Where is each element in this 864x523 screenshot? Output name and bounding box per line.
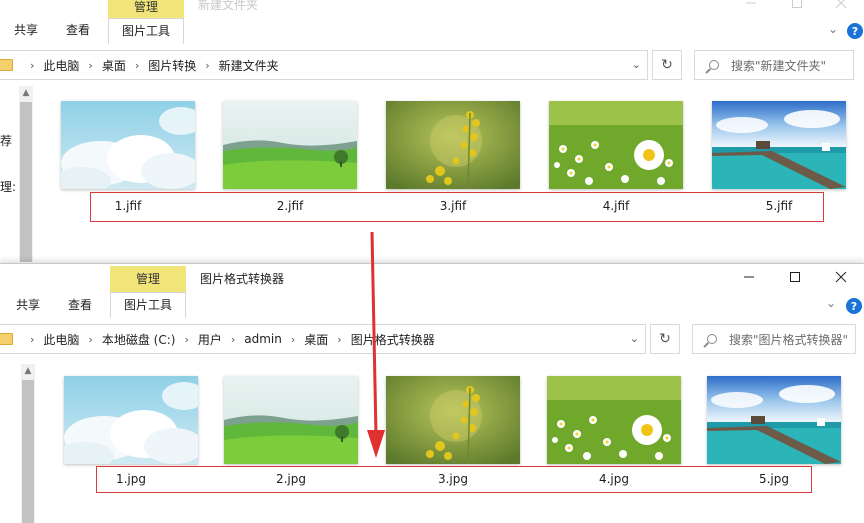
breadcrumb-separator[interactable]: › <box>231 333 235 346</box>
breadcrumb-separator[interactable]: › <box>88 59 92 72</box>
highlight-box <box>90 192 824 222</box>
breadcrumb-separator[interactable]: › <box>184 333 188 346</box>
breadcrumb-separator[interactable]: › <box>135 59 139 72</box>
ribbon-context-header: 管理 <box>110 266 186 292</box>
maximize-icon <box>790 272 800 282</box>
breadcrumb: › 此电脑 › 桌面 › 图片转换 › 新建文件夹 <box>21 57 279 74</box>
address-bar[interactable]: › 此电脑 › 桌面 › 图片转换 › 新建文件夹 ⌄ <box>0 50 648 80</box>
breadcrumb-item[interactable]: 此电脑 <box>43 57 79 74</box>
file-thumbnail[interactable] <box>707 376 841 464</box>
explorer-window-output: 管理 图片工具 共享 查看 图片格式转换器 ⌄ ? › 此电脑 › 本地磁盘 (C:)… <box>0 263 864 523</box>
tab-view[interactable]: 查看 <box>66 22 90 38</box>
maximize-icon <box>792 0 802 8</box>
tab-picture-tools[interactable]: 图片工具 <box>108 18 184 44</box>
tab-view[interactable]: 查看 <box>68 297 92 313</box>
file-thumbnail[interactable] <box>712 101 846 189</box>
chevron-down-icon: ⌄ <box>828 22 839 36</box>
scroll-up-icon[interactable]: ▲ <box>21 364 35 378</box>
breadcrumb-separator[interactable]: › <box>30 333 34 346</box>
file-thumbnail[interactable] <box>547 376 681 464</box>
file-thumbnail[interactable] <box>224 376 358 464</box>
breadcrumb-item[interactable]: 用户 <box>198 331 222 348</box>
search-input[interactable]: 搜索"新建文件夹" <box>731 57 826 74</box>
nav-item-fragment[interactable]: 荐 <box>0 132 12 149</box>
nav-item-fragment[interactable]: 理: <box>0 178 16 195</box>
daisies-image <box>547 376 681 464</box>
scrollbar-thumb[interactable] <box>20 102 32 262</box>
rapeseed-flowers-image <box>386 376 520 464</box>
address-bar[interactable]: › 此电脑 › 本地磁盘 (C:) › 用户 › admin › 桌面 › 图片格式转换器 ⌄ <box>0 324 646 354</box>
breadcrumb-separator[interactable]: › <box>337 333 341 346</box>
file-thumbnail[interactable] <box>549 101 683 189</box>
tab-share[interactable]: 共享 <box>16 297 40 313</box>
ribbon-expand-button[interactable]: ⌄ <box>826 296 836 310</box>
help-icon[interactable]: ? <box>846 298 862 314</box>
refresh-button[interactable]: ↻ <box>650 324 680 354</box>
help-icon[interactable]: ? <box>847 23 863 39</box>
breadcrumb-separator[interactable]: › <box>88 333 92 346</box>
chevron-down-icon[interactable]: ⌄ <box>632 58 641 71</box>
refresh-icon: ↻ <box>659 331 671 347</box>
minimize-icon <box>746 2 756 4</box>
window-title: 图片格式转换器 <box>200 272 285 286</box>
minimize-button[interactable] <box>728 0 774 18</box>
breadcrumb-separator[interactable]: › <box>291 333 295 346</box>
green-field-image <box>224 376 358 464</box>
file-thumbnail[interactable] <box>386 376 520 464</box>
breadcrumb-separator[interactable]: › <box>205 59 209 72</box>
window-title: 新建文件夹 <box>198 0 259 12</box>
file-thumbnail[interactable] <box>64 376 198 464</box>
nav-scrollbar[interactable]: ▲ <box>21 364 35 523</box>
breadcrumb-item[interactable]: 新建文件夹 <box>219 57 279 74</box>
refresh-icon: ↻ <box>661 57 673 73</box>
breadcrumb-item[interactable]: 本地磁盘 (C:) <box>102 331 176 348</box>
breadcrumb: › 此电脑 › 本地磁盘 (C:) › 用户 › admin › 桌面 › 图片格式转换器 <box>21 331 435 348</box>
tab-share[interactable]: 共享 <box>14 22 38 38</box>
sky-clouds-image <box>61 101 195 189</box>
breadcrumb-item[interactable]: 桌面 <box>102 57 126 74</box>
folder-icon <box>0 333 13 345</box>
minimize-button[interactable] <box>726 264 772 292</box>
breadcrumb-item[interactable]: 此电脑 <box>43 331 79 348</box>
search-input[interactable]: 搜索"图片格式转换器" <box>729 331 848 348</box>
sky-clouds-image <box>64 376 198 464</box>
file-thumbnail[interactable] <box>386 101 520 189</box>
breadcrumb-item[interactable]: 图片格式转换器 <box>351 331 435 348</box>
ribbon-context-header: 管理 <box>108 0 184 18</box>
green-field-image <box>223 101 357 189</box>
close-button[interactable] <box>818 264 864 292</box>
maximize-button[interactable] <box>772 264 818 292</box>
tab-picture-tools[interactable]: 图片工具 <box>110 292 186 318</box>
breadcrumb-item[interactable]: 桌面 <box>304 331 328 348</box>
nav-scrollbar[interactable]: ▲ <box>19 86 33 262</box>
ribbon-expand-button[interactable]: ⌄ <box>828 22 838 36</box>
chevron-down-icon: ⌄ <box>826 296 837 310</box>
rapeseed-flowers-image <box>386 101 520 189</box>
file-thumbnail[interactable] <box>223 101 357 189</box>
file-thumbnail[interactable] <box>61 101 195 189</box>
breadcrumb-separator[interactable]: › <box>30 59 34 72</box>
breadcrumb-item[interactable]: admin <box>244 332 282 346</box>
folder-icon <box>0 59 13 71</box>
search-box[interactable]: 搜索"新建文件夹" <box>694 50 854 80</box>
explorer-window-source: 管理 图片工具 共享 查看 新建文件夹 ⌄ ? › 此电脑 › 桌面 › 图片转换 › 新建文… <box>0 0 864 262</box>
close-button[interactable] <box>818 0 864 18</box>
scroll-up-icon[interactable]: ▲ <box>19 86 33 100</box>
scrollbar-thumb[interactable] <box>22 380 34 523</box>
sea-pier-image <box>712 101 846 189</box>
highlight-box <box>96 466 812 493</box>
close-icon <box>835 0 847 9</box>
close-icon <box>835 271 847 283</box>
daisies-image <box>549 101 683 189</box>
maximize-button[interactable] <box>774 0 820 18</box>
refresh-button[interactable]: ↻ <box>652 50 682 80</box>
search-icon <box>709 60 719 70</box>
search-icon <box>707 334 717 344</box>
sea-pier-image <box>707 376 841 464</box>
search-box[interactable]: 搜索"图片格式转换器" <box>692 324 856 354</box>
breadcrumb-item[interactable]: 图片转换 <box>148 57 196 74</box>
minimize-icon <box>744 276 754 278</box>
chevron-down-icon[interactable]: ⌄ <box>630 332 639 345</box>
